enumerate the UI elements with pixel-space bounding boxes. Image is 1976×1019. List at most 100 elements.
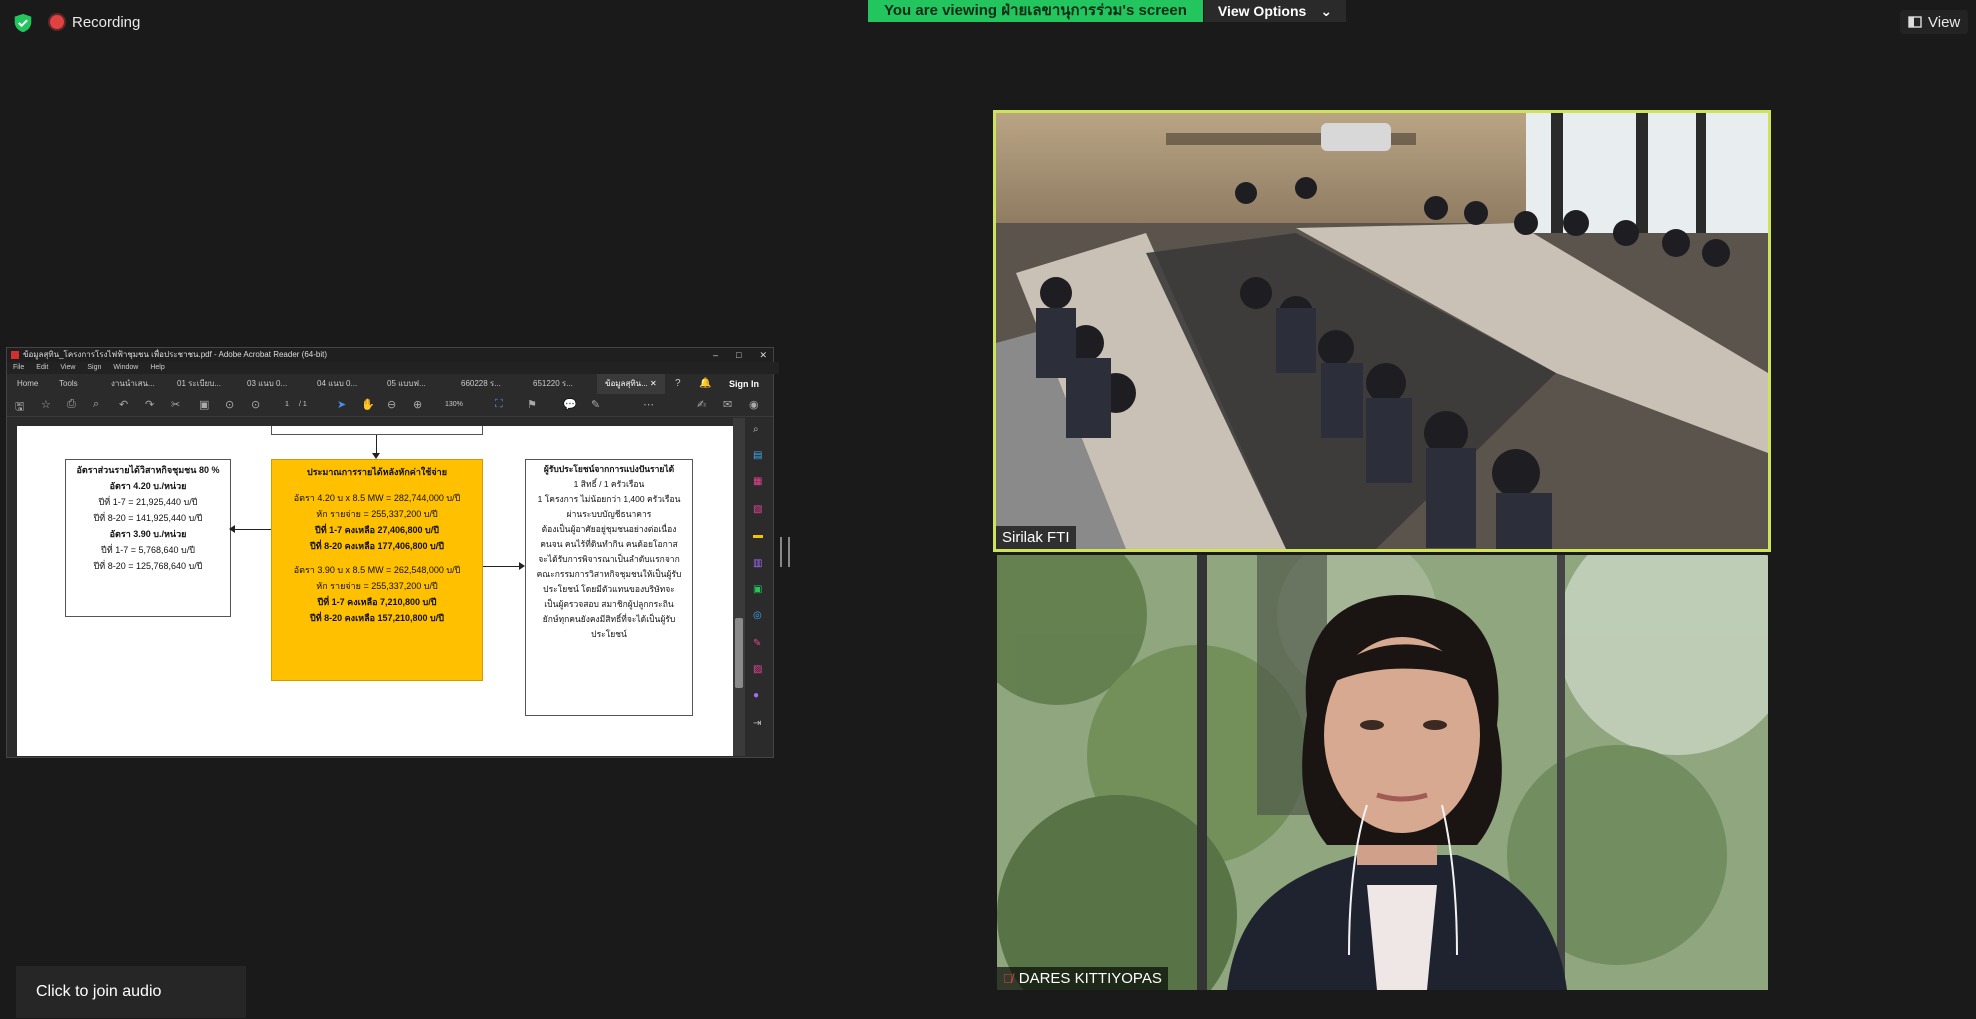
zoom-search-icon[interactable]: ⌕ xyxy=(753,424,759,435)
account-icon[interactable]: ◉ xyxy=(749,398,759,411)
rate2-year8-20: ปีที่ 8-20 = 125,768,640 บ/ปี xyxy=(93,561,203,571)
rate2-year1-7: ปีที่ 1-7 = 5,768,640 บ/ปี xyxy=(101,545,195,555)
menu-window[interactable]: Window xyxy=(113,362,138,374)
income-line-7: ปีที่ 1-7 คงเหลือ 7,210,800 บ/ปี xyxy=(317,597,437,607)
save-icon[interactable]: 🖫 xyxy=(15,398,24,417)
email-icon[interactable]: ✉ xyxy=(723,398,732,411)
maximize-icon[interactable]: □ xyxy=(736,348,741,362)
search-icon[interactable]: ⌕ xyxy=(93,398,99,411)
minimize-icon[interactable]: – xyxy=(713,348,718,362)
beneficiary-line: คณะกรรมการวิสาหกิจชุมชนให้เป็นผู้รับ xyxy=(536,569,682,579)
redo-icon[interactable]: ↷ xyxy=(145,398,154,411)
acrobat-toolbar: 🖫 ☆ ⎙ ⌕ ↶ ↷ ✂ ▣ ⊙ ⊙ 1 / 1 ➤ ✋ ⊖ ⊕ 130% ⛶… xyxy=(7,394,773,417)
more-tools-panel-icon[interactable]: ● xyxy=(753,690,759,701)
menu-sign[interactable]: Sign xyxy=(87,362,101,374)
tab-doc-6[interactable]: 660228 ร... xyxy=(461,374,501,394)
beneficiary-line: ต้องเป็นผู้อาศัยอยู่ชุมชนอย่างต่อเนื่อง xyxy=(541,524,677,534)
view-button[interactable]: View xyxy=(1900,10,1969,34)
protect-icon[interactable]: ◎ xyxy=(753,610,762,621)
scrollbar-thumb[interactable] xyxy=(735,618,743,688)
create-pdf-icon[interactable]: ▨ xyxy=(753,664,762,675)
fill-sign-icon[interactable]: ✍ xyxy=(697,398,706,411)
tab-doc-5[interactable]: 05 แบบฟ... xyxy=(387,374,426,394)
help-icon[interactable]: ? xyxy=(675,374,681,394)
menu-view[interactable]: View xyxy=(60,362,75,374)
income-line-6: หัก รายจ่าย = 255,337,200 บ/ปี xyxy=(316,581,438,591)
participant-name-tag: 🎙̸ DARES KITTIYOPAS xyxy=(997,967,1168,990)
tab-doc-active[interactable]: ข้อมูลสุทิน... ✕ xyxy=(597,374,665,394)
zoom-in-icon[interactable]: ⊕ xyxy=(413,398,422,411)
tab-doc-active-label: ข้อมูลสุทิน... xyxy=(605,379,648,388)
tab-tools[interactable]: Tools xyxy=(59,374,78,394)
menu-edit[interactable]: Edit xyxy=(36,362,48,374)
split-view-divider-handle[interactable] xyxy=(780,537,790,567)
tab-doc-4[interactable]: 04 แนบ 0... xyxy=(317,374,357,394)
undo-icon[interactable]: ↶ xyxy=(119,398,128,411)
muted-mic-icon: 🎙̸ xyxy=(1003,971,1013,986)
meeting-room-video xyxy=(996,113,1768,549)
organize-pages-icon[interactable]: ▦ xyxy=(753,476,762,487)
hand-tool-icon[interactable]: ✋ xyxy=(361,398,375,411)
fit-page-icon[interactable]: ⛶ xyxy=(495,398,503,411)
pen-icon[interactable]: ✎ xyxy=(591,398,600,411)
beneficiary-line: 1 สิทธิ์ / 1 ครัวเรือน xyxy=(573,479,645,489)
read-mode-icon[interactable]: ⚑ xyxy=(527,398,537,411)
export-pdf-icon[interactable]: ▤ xyxy=(753,450,762,461)
beneficiary-line: ยักษ์ทุกคนยังคงมีสิทธิ์ที่จะได้เป็นผู้รั… xyxy=(542,614,676,624)
acrobat-titlebar: ข้อมูลสุทิน_โครงการโรงไฟฟ้าชุมชน เพื่อปร… xyxy=(7,348,773,362)
sign-tool-icon[interactable]: ✎ xyxy=(753,638,761,649)
snapshot-icon[interactable]: ▣ xyxy=(199,398,209,411)
tab-doc-3[interactable]: 03 แนบ 0... xyxy=(247,374,287,394)
combine-files-icon[interactable]: ▥ xyxy=(753,558,762,569)
comment-icon[interactable]: 💬 xyxy=(563,398,577,411)
rate1-year8-20: ปีที่ 8-20 = 141,925,440 บ/ปี xyxy=(93,513,203,523)
join-audio-button[interactable]: Click to join audio xyxy=(16,966,246,1018)
star-icon[interactable]: ☆ xyxy=(41,398,51,411)
page-number-input[interactable]: 1 xyxy=(285,401,289,408)
select-cursor-icon[interactable]: ➤ xyxy=(337,398,346,411)
page-down-icon[interactable]: ⊙ xyxy=(251,398,260,411)
fill-form-icon[interactable]: ▣ xyxy=(753,584,762,595)
tab-doc-2[interactable]: 01 ระเบียบ... xyxy=(177,374,221,394)
page-up-icon[interactable]: ⊙ xyxy=(225,398,234,411)
tab-home[interactable]: Home xyxy=(17,374,38,394)
shared-screen-acrobat-window[interactable]: ข้อมูลสุทิน_โครงการโรงไฟฟ้าชุมชน เพื่อปร… xyxy=(6,347,779,758)
cut-icon[interactable]: ✂ xyxy=(171,398,180,411)
tab-close-icon[interactable]: ✕ xyxy=(650,379,657,388)
pdf-page[interactable]: อัตราส่วนรายได้วิสาหกิจชุมชน 80 % อัตรา … xyxy=(17,426,733,756)
estimated-income-heading: ประมาณการรายได้หลังหักค่าใช้จ่าย xyxy=(307,467,447,477)
collapse-panel-icon[interactable]: ⇥ xyxy=(753,718,761,729)
beneficiaries-box: ผู้รับประโยชน์จากการแบ่งปันรายได้ 1 สิทธ… xyxy=(525,459,693,716)
tab-doc-1[interactable]: งานนำเสน... xyxy=(111,374,155,394)
view-options-label: View Options xyxy=(1217,3,1307,19)
more-tools-icon[interactable]: ⋯ xyxy=(643,398,654,411)
view-options-button[interactable]: View Options ⌄ xyxy=(1202,0,1347,22)
arrow-right xyxy=(483,562,525,570)
income-line-2: หัก รายจ่าย = 255,337,200 บ/ปี xyxy=(316,509,438,519)
recording-indicator[interactable]: Recording xyxy=(50,10,140,34)
video-tile-participant[interactable]: 🎙̸ DARES KITTIYOPAS xyxy=(997,555,1768,990)
income-line-1: อัตรา 4.20 บ x 8.5 MW = 282,744,000 บ/ปี xyxy=(293,493,461,503)
edit-pdf-icon[interactable]: ▧ xyxy=(753,504,762,515)
close-icon[interactable]: ✕ xyxy=(759,348,767,362)
pdf-vertical-scrollbar[interactable] xyxy=(733,418,745,756)
video-tile-active-speaker[interactable]: Sirilak FTI xyxy=(993,110,1771,552)
menu-help[interactable]: Help xyxy=(150,362,164,374)
rate1-label: อัตรา 4.20 บ./หน่วย xyxy=(109,481,187,491)
zoom-level-select[interactable]: 130% xyxy=(445,401,463,408)
sign-in-button[interactable]: Sign In xyxy=(729,374,759,394)
estimated-income-box: ประมาณการรายได้หลังหักค่าใช้จ่าย อัตรา 4… xyxy=(271,459,483,681)
shield-icon[interactable] xyxy=(12,12,34,34)
menu-file[interactable]: File xyxy=(13,362,24,374)
bell-icon[interactable]: 🔔 xyxy=(699,374,711,394)
print-icon[interactable]: ⎙ xyxy=(67,398,76,411)
acrobat-tabbar: Home Tools งานนำเสน... 01 ระเบียบ... 03 … xyxy=(7,374,773,394)
participant-name: DARES KITTIYOPAS xyxy=(1018,970,1162,987)
zoom-out-icon[interactable]: ⊖ xyxy=(387,398,396,411)
comment-tool-icon[interactable]: ▬ xyxy=(753,530,763,541)
participant-name: Sirilak FTI xyxy=(1002,529,1070,546)
acrobat-menubar: File Edit View Sign Window Help xyxy=(7,362,779,374)
participant-video xyxy=(997,555,1768,990)
tab-doc-7[interactable]: 651220 ร... xyxy=(533,374,573,394)
beneficiary-line: ผ่านระบบบัญชีธนาคาร xyxy=(566,509,652,519)
